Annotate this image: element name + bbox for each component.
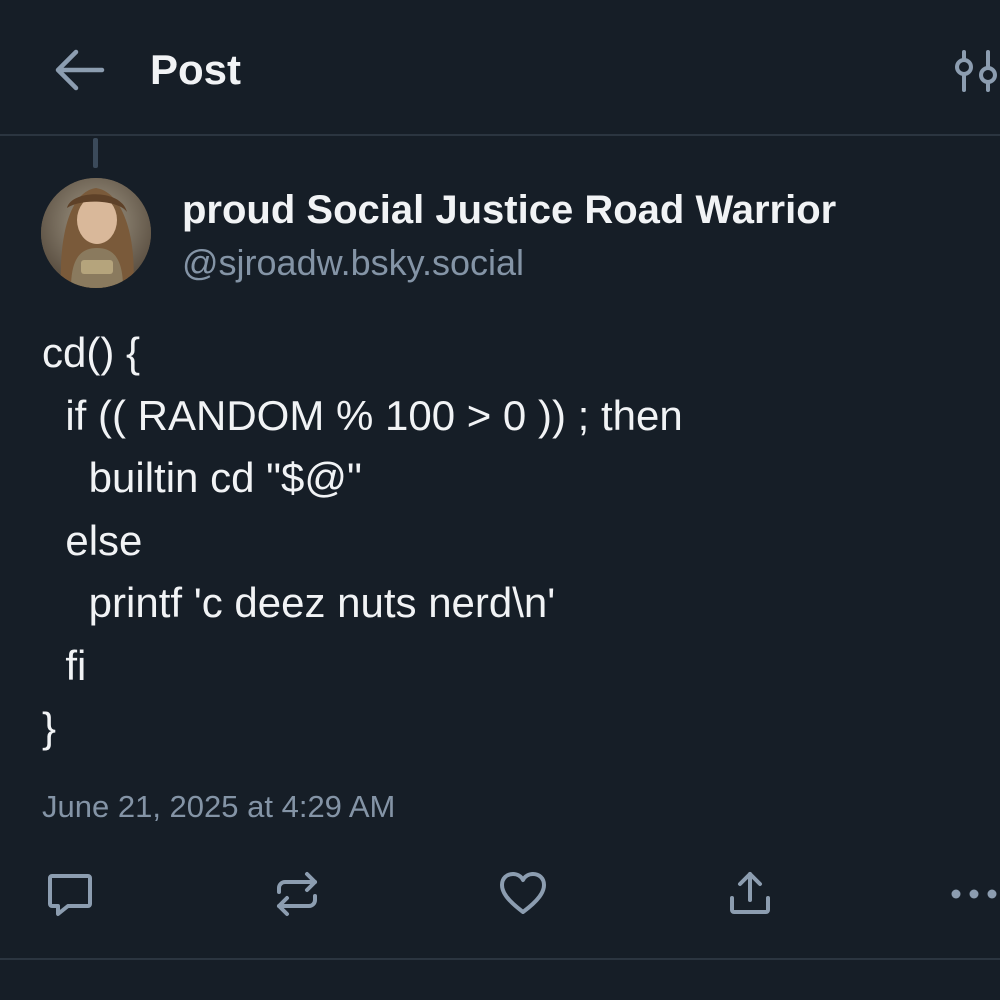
share-icon	[730, 872, 770, 914]
reply-button[interactable]	[42, 866, 98, 922]
repost-button[interactable]	[269, 866, 325, 922]
more-options-button[interactable]	[948, 866, 1000, 922]
thread-options-button[interactable]	[950, 48, 1000, 94]
more-icon	[951, 889, 997, 899]
back-button[interactable]	[46, 44, 110, 96]
header-bar: Post	[0, 0, 1000, 136]
like-button[interactable]	[495, 866, 551, 922]
thread-connector-line	[93, 138, 98, 168]
post-timestamp: June 21, 2025 at 4:29 AM	[42, 789, 396, 824]
author-handle[interactable]: @sjroadw.bsky.social	[182, 240, 524, 286]
repost-icon	[277, 872, 317, 916]
reply-icon	[48, 874, 92, 916]
author-display-name[interactable]: proud Social Justice Road Warrior	[182, 186, 836, 234]
post-text: cd() { if (( RANDOM % 100 > 0 )) ; then …	[42, 329, 683, 751]
sliders-icon	[955, 50, 997, 92]
avatar-image	[41, 178, 151, 288]
share-button[interactable]	[722, 866, 778, 922]
avatar[interactable]	[41, 178, 151, 288]
heart-icon	[500, 872, 546, 914]
page-title: Post	[150, 46, 242, 93]
arrow-left-icon	[55, 49, 105, 91]
divider	[0, 958, 1000, 960]
